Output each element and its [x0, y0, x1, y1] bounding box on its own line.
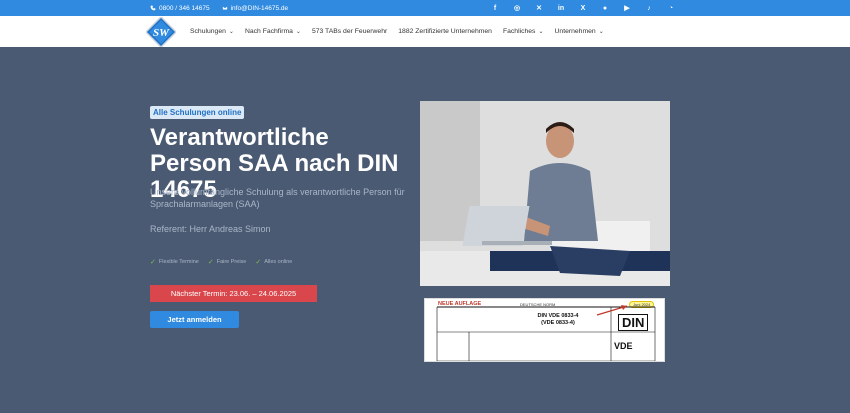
- facebook-icon[interactable]: f: [484, 3, 506, 13]
- chevron-down-icon: ⌄: [598, 29, 604, 35]
- mail-icon: [221, 5, 228, 11]
- xing-icon[interactable]: ✕: [528, 3, 550, 13]
- hero-subtitle: Unsere vollumfängliche Schulung als vera…: [150, 187, 405, 209]
- check-icon: ✓: [150, 259, 156, 266]
- x-icon[interactable]: X: [572, 3, 594, 13]
- pinterest-icon[interactable]: ●: [594, 3, 616, 13]
- nav-label: 1882 Zertifizierte Unternehmen: [398, 28, 492, 35]
- youtube-icon[interactable]: ▶: [616, 3, 638, 13]
- instagram-icon[interactable]: ◎: [506, 3, 528, 13]
- email-address: info@DIN-14675.de: [230, 4, 289, 12]
- tiktok-icon[interactable]: ♪: [638, 3, 660, 13]
- nav-item-tabs[interactable]: 573 TABs der Feuerwehr: [312, 28, 387, 35]
- nav-label: Unternehmen: [554, 28, 596, 35]
- din-logo: DIN: [618, 314, 649, 331]
- feature-item: ✓ Alles online: [255, 258, 292, 266]
- feature-label: Alles online: [264, 259, 293, 265]
- man-with-laptop-illustration: [420, 101, 670, 286]
- phone-link[interactable]: 0800 / 346 14675: [150, 5, 210, 12]
- check-icon: ✓: [255, 259, 262, 266]
- online-badge: Alle Schulungen online: [150, 106, 245, 119]
- contact-info: 0800 / 346 14675 info@DIN-14675.de: [150, 5, 288, 12]
- nav-item-zertifizierte[interactable]: 1882 Zertifizierte Unternehmen: [398, 28, 492, 35]
- svg-text:SW: SW: [153, 27, 170, 39]
- nav-item-nach-fachfirma[interactable]: Nach Fachfirma ⌄: [245, 28, 301, 35]
- logo[interactable]: SW: [146, 17, 176, 47]
- email-link[interactable]: info@DIN-14675.de: [221, 4, 289, 12]
- chevron-down-icon: ⌄: [538, 29, 544, 35]
- nav-label: Fachliches: [502, 28, 536, 35]
- nav-label: Schulungen: [190, 28, 226, 35]
- main-menu: Schulungen ⌄ Nach Fachfirma ⌄ 573 TABs der…: [190, 16, 604, 47]
- chevron-down-icon: ⌄: [228, 29, 234, 35]
- hero-photo: [420, 101, 670, 286]
- feature-list: ✓ Flexible Termine ✓ Faire Preise ✓ Alles o…: [150, 258, 292, 266]
- register-button[interactable]: Jetzt anmelden: [150, 311, 239, 328]
- nav-item-fachliches[interactable]: Fachliches ⌄: [503, 28, 544, 35]
- chevron-down-icon: ⌄: [295, 29, 301, 35]
- phone-icon: [150, 5, 156, 11]
- nav-item-unternehmen[interactable]: Unternehmen ⌄: [555, 28, 604, 35]
- feature-item: ✓ Flexible Termine: [150, 258, 199, 266]
- nav-label: 573 TABs der Feuerwehr: [311, 28, 388, 35]
- nav-label: Nach Fachfirma: [244, 28, 293, 35]
- top-bar: 0800 / 346 14675 info@DIN-14675.de f ◎ ✕…: [0, 0, 850, 16]
- whatsapp-icon[interactable]: ◔: [660, 3, 682, 13]
- feature-label: Faire Preise: [216, 259, 247, 265]
- vde-logo: VDE: [614, 341, 633, 351]
- nav-item-schulungen[interactable]: Schulungen ⌄: [190, 28, 234, 35]
- phone-number: 0800 / 346 14675: [159, 4, 210, 12]
- social-links: f ◎ ✕ in X ● ▶ ♪ ◔: [484, 3, 682, 13]
- feature-label: Flexible Termine: [158, 259, 199, 265]
- norm-document-preview: NEUE AUFLAGE DEUTSCHE NORM Juni 2024 DIN…: [424, 298, 665, 362]
- feature-item: ✓ Faire Preise: [208, 258, 247, 266]
- referent-text: Referent: Herr Andreas Simon: [150, 224, 271, 234]
- check-icon: ✓: [207, 259, 214, 266]
- next-date-banner: Nächster Termin: 23.06. – 24.06.2025: [150, 285, 317, 302]
- linkedin-icon[interactable]: in: [550, 3, 572, 13]
